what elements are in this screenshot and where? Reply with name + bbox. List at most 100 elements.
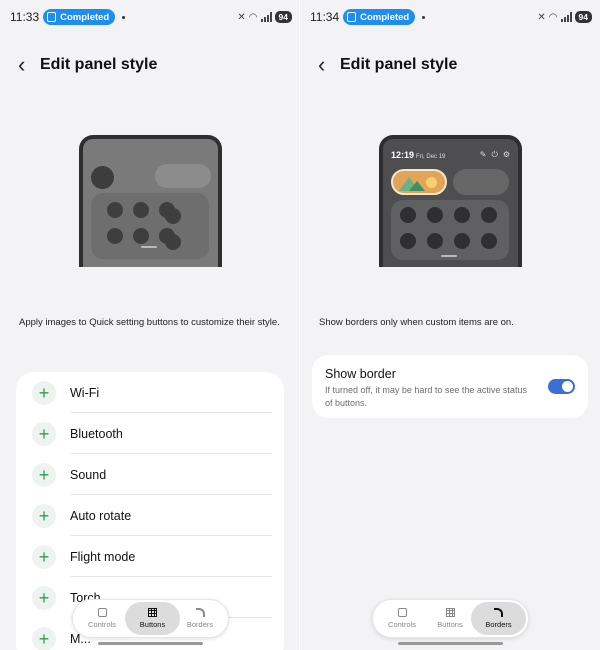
sun-shape (426, 177, 437, 188)
signal-icon (260, 12, 272, 22)
notification-dot (122, 15, 126, 19)
add-icon[interactable]: + (32, 544, 56, 569)
preview-pill (453, 169, 509, 195)
preview-button (400, 207, 416, 223)
status-time: 11:33 (10, 10, 40, 24)
tab-label: Controls (388, 620, 416, 629)
list-item-label: Auto rotate (70, 508, 132, 523)
completed-badge: Completed (343, 9, 416, 25)
preview-image-button (391, 169, 447, 195)
buttons-grid-icon (148, 608, 157, 617)
preview-button (133, 202, 149, 218)
description-text: Show borders only when custom items are … (319, 317, 514, 328)
tab-buttons[interactable]: Buttons (125, 602, 180, 635)
preview-button-block (91, 193, 209, 259)
preview-button (133, 228, 149, 244)
clipboard-icon (347, 12, 357, 22)
signal-icon (560, 12, 572, 22)
mute-icon: ✕ (237, 11, 246, 23)
borders-icon (195, 608, 205, 617)
gesture-handle (398, 642, 503, 645)
battery-indicator: 94 (574, 11, 592, 23)
list-item-label: Sound (70, 467, 107, 482)
list-item-bluetooth[interactable]: + Bluetooth (16, 413, 284, 454)
tab-buttons[interactable]: Buttons (425, 602, 475, 635)
preview-avatar-circle (91, 166, 114, 189)
mute-icon: ✕ (537, 11, 546, 23)
preview-date: Fri, Dec 19 (416, 154, 446, 160)
tab-label: Borders (485, 620, 512, 629)
gesture-handle (98, 642, 203, 645)
add-icon[interactable]: + (32, 421, 56, 446)
preview-clock: 12:19 Fri, Dec 19 (391, 150, 445, 160)
tab-label: Buttons (139, 620, 166, 629)
panel-preview (79, 135, 222, 267)
bottom-tab-bar: Controls Buttons Borders (72, 599, 229, 638)
tab-borders[interactable]: Borders (471, 602, 526, 635)
status-bar: 11:33 Completed ✕ ◠ 94 (0, 0, 300, 34)
page-title: Edit panel style (40, 56, 158, 73)
description-text: Apply images to Quick setting buttons to… (19, 317, 280, 328)
setting-subtitle: If turned off, it may be hard to see the… (325, 385, 527, 408)
notification-dot (422, 15, 426, 19)
preview-button (165, 234, 181, 250)
wifi-icon: ◠ (248, 11, 258, 23)
preview-button (454, 207, 470, 223)
bottom-tab-bar: Controls Buttons Borders (372, 599, 529, 638)
preview-button (400, 233, 416, 249)
completed-badge: Completed (43, 9, 116, 25)
borders-icon (494, 608, 503, 617)
show-border-toggle[interactable] (548, 379, 575, 394)
tab-controls[interactable]: Controls (377, 602, 427, 635)
list-item-auto-rotate[interactable]: + Auto rotate (16, 495, 284, 536)
wifi-icon: ◠ (548, 11, 558, 23)
setting-title: Show border (325, 367, 396, 381)
gear-icon: ⚙ (502, 150, 510, 159)
back-button[interactable]: ‹ (0, 54, 40, 76)
mountain-shape (409, 181, 425, 191)
tab-label: Borders (186, 620, 214, 629)
list-item-sound[interactable]: + Sound (16, 454, 284, 495)
pencil-icon: ✎ (479, 150, 487, 159)
list-item-label: Wi-Fi (70, 385, 100, 400)
add-icon[interactable]: + (32, 626, 56, 650)
add-icon[interactable]: + (32, 503, 56, 528)
preview-button (107, 228, 123, 244)
status-icons: ✕ ◠ 94 (237, 11, 292, 23)
clipboard-icon (47, 12, 57, 22)
preview-button (481, 207, 497, 223)
preview-header-icons: ✎ ⏻ ⚙ (480, 150, 510, 160)
preview-handle (141, 246, 157, 248)
preview-button (427, 207, 443, 223)
page-header: ‹ Edit panel style (0, 50, 300, 80)
battery-indicator: 94 (274, 11, 292, 23)
page-header: ‹ Edit panel style (300, 50, 600, 80)
preview-button (165, 208, 181, 224)
add-icon[interactable]: + (32, 380, 56, 405)
page-title: Edit panel style (340, 56, 458, 73)
preview-handle (441, 255, 457, 257)
add-icon[interactable]: + (32, 462, 56, 487)
controls-icon (397, 608, 407, 617)
list-item-wifi[interactable]: + Wi-Fi (16, 372, 284, 413)
left-screen: 11:33 Completed ✕ ◠ 94 ‹ Edit panel styl… (0, 0, 300, 650)
preview-pill (155, 164, 211, 188)
preview-button (454, 233, 470, 249)
status-time: 11:34 (310, 10, 340, 24)
badge-label: Completed (60, 11, 110, 23)
add-icon[interactable]: + (32, 585, 56, 610)
controls-icon (97, 608, 107, 617)
badge-label: Completed (360, 11, 410, 23)
preview-button (481, 233, 497, 249)
list-item-flight-mode[interactable]: + Flight mode (16, 536, 284, 577)
back-button[interactable]: ‹ (300, 54, 340, 76)
preview-button (107, 202, 123, 218)
status-bar: 11:34 Completed ✕ ◠ 94 (300, 0, 600, 34)
tab-controls[interactable]: Controls (77, 602, 127, 635)
tab-borders[interactable]: Borders (175, 602, 225, 635)
list-item-label: Flight mode (70, 549, 136, 564)
status-icons: ✕ ◠ 94 (537, 11, 592, 23)
show-border-setting[interactable]: Show border If turned off, it may be har… (312, 355, 588, 418)
tab-label: Buttons (437, 620, 463, 629)
buttons-grid-icon (445, 608, 455, 617)
